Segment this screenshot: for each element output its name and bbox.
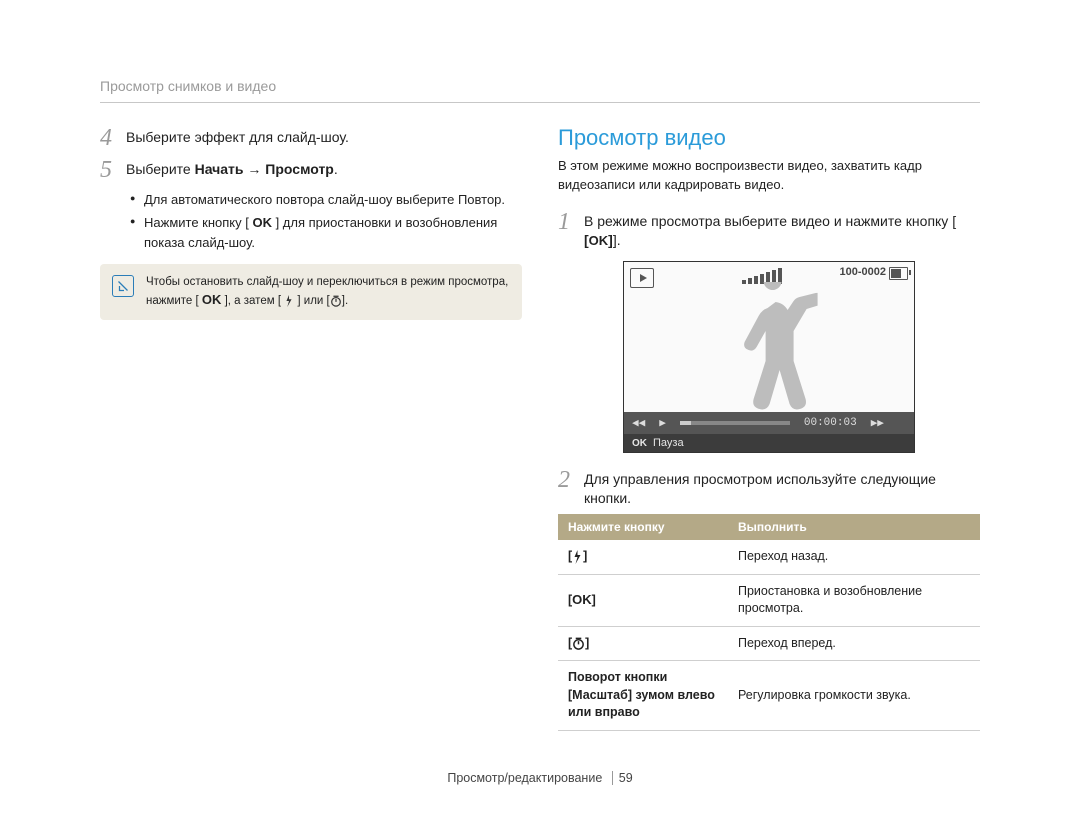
bullet-item: Нажмите кнопку [ OK ] для приостановки и… [130, 213, 522, 252]
table-cell-action: Приостановка и возобновление просмотра. [728, 574, 980, 626]
screen-footer-bar: OK Пауза [624, 434, 914, 452]
text: Выберите [126, 161, 195, 177]
text: ]. [342, 295, 348, 307]
screen-playback-bar: ◀◀ ▶ 00:00:03 ▶▶ [624, 412, 914, 434]
text: . [501, 192, 505, 207]
note-icon [112, 275, 134, 297]
table-header-row: Нажмите кнопку Выполнить [558, 514, 980, 540]
step-1: 1 В режиме просмотра выберите видео и на… [558, 209, 980, 250]
ok-icon: OK [202, 292, 222, 307]
text: Нажмите кнопку [ [144, 215, 252, 230]
ok-icon: OK [252, 215, 272, 230]
text: . [334, 161, 338, 177]
step-text: Для управления просмотром используйте сл… [584, 467, 980, 508]
text: В режиме просмотра выберите видео и нажм… [584, 213, 956, 229]
step-text: В режиме просмотра выберите видео и нажм… [584, 209, 956, 250]
step-number: 1 [558, 209, 584, 235]
footer-page-number: 59 [619, 771, 633, 785]
file-counter: 100-0002 [840, 266, 887, 278]
ok-icon: OK [589, 233, 609, 248]
step-5: 5 Выберите Начать → Просмотр. [100, 157, 522, 183]
video-silhouette [728, 282, 818, 412]
page-header: Просмотр снимков и видео [100, 78, 980, 94]
text: ] или [ [294, 295, 330, 307]
rewind-icon: ◀◀ [632, 416, 645, 430]
timecode: 00:00:03 [804, 417, 857, 429]
ok-icon: OK [632, 438, 647, 449]
flash-icon [284, 295, 294, 307]
table-row: [OK] Приостановка и возобновление просмо… [558, 574, 980, 626]
table-cell-action: Переход вперед. [728, 626, 980, 661]
section-description: В этом режиме можно воспроизвести видео,… [558, 157, 980, 195]
text: ]. [613, 232, 621, 248]
fast-forward-icon: ▶▶ [871, 416, 884, 430]
step-number: 2 [558, 467, 584, 493]
camera-screen-mockup: 100-0002 ◀◀ ▶ 00:00:03 ▶▶ OK [623, 261, 915, 453]
ok-icon: OK [572, 592, 592, 607]
bullet-list: Для автоматического повтора слайд-шоу вы… [130, 190, 522, 253]
table-cell-button: [] [558, 540, 728, 574]
divider [100, 102, 980, 103]
timer-icon [572, 637, 585, 650]
play-icon: ▶ [659, 416, 666, 430]
text: ], а затем [ [221, 295, 284, 307]
step-2: 2 Для управления просмотром используйте … [558, 467, 980, 508]
section-heading: Просмотр видео [558, 125, 980, 151]
text-bold: Повтор [458, 192, 501, 207]
controls-table: Нажмите кнопку Выполнить [] Переход наза… [558, 514, 980, 731]
table-cell-action: Регулировка громкости звука. [728, 661, 980, 731]
footer-section: Просмотр/редактирование [447, 771, 602, 785]
right-column: Просмотр видео В этом режиме можно воспр… [558, 125, 980, 731]
timer-icon [330, 295, 342, 307]
battery-icon [889, 267, 908, 280]
note-box: Чтобы остановить слайд-шоу и переключить… [100, 264, 522, 320]
text: Для автоматического повтора слайд-шоу вы… [144, 192, 458, 207]
pause-label: Пауза [653, 437, 684, 449]
table-cell-button: Поворот кнопки [Масштаб] зумом влево или… [558, 661, 728, 731]
table-cell-button: [OK] [558, 574, 728, 626]
step-text: Выберите Начать → Просмотр. [126, 157, 338, 179]
table-header: Нажмите кнопку [558, 514, 728, 540]
progress-bar [680, 421, 790, 425]
step-4: 4 Выберите эффект для слайд-шоу. [100, 125, 522, 151]
step-text: Выберите эффект для слайд-шоу. [126, 125, 349, 147]
left-column: 4 Выберите эффект для слайд-шоу. 5 Выбер… [100, 125, 522, 731]
flash-icon [572, 550, 583, 564]
screen-video-area: 100-0002 [624, 262, 914, 412]
table-row: [] Переход вперед. [558, 626, 980, 661]
step-number: 4 [100, 125, 126, 151]
note-text: Чтобы остановить слайд-шоу и переключить… [146, 274, 510, 310]
text-bold: Начать → Просмотр [195, 161, 334, 177]
table-cell-button: [] [558, 626, 728, 661]
bullet-item: Для автоматического повтора слайд-шоу вы… [130, 190, 522, 210]
page-footer: Просмотр/редактирование 59 [0, 771, 1080, 785]
two-column-layout: 4 Выберите эффект для слайд-шоу. 5 Выбер… [100, 125, 980, 731]
play-mode-icon [630, 268, 654, 288]
table-header: Выполнить [728, 514, 980, 540]
table-cell-action: Переход назад. [728, 540, 980, 574]
table-row: [] Переход назад. [558, 540, 980, 574]
table-row: Поворот кнопки [Масштаб] зумом влево или… [558, 661, 980, 731]
step-number: 5 [100, 157, 126, 183]
